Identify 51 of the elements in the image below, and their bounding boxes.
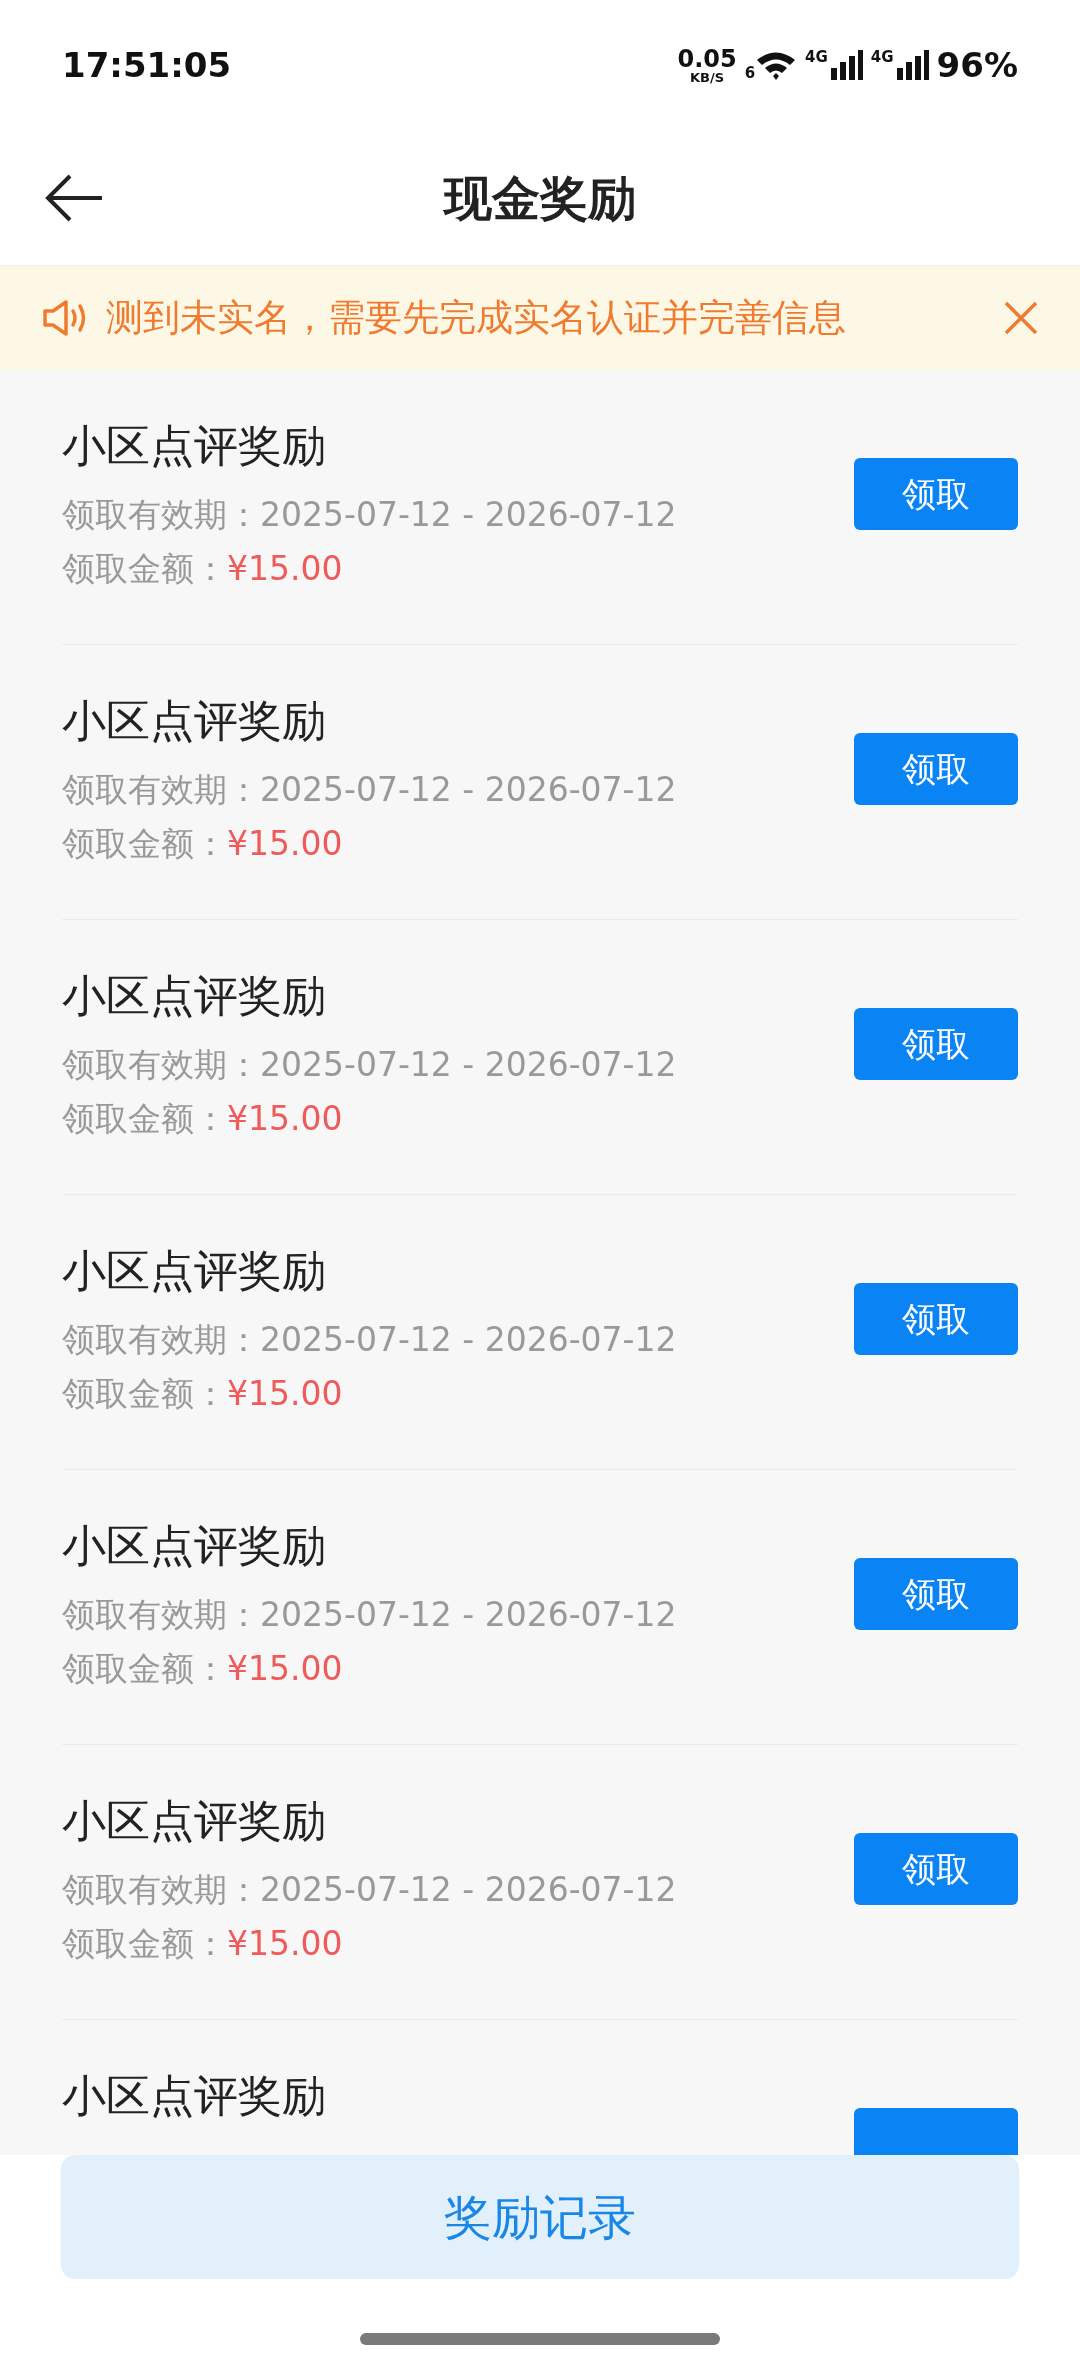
validity-dates: 2025-07-12 - 2026-07-12 [260, 769, 677, 811]
amount-value: ¥15.00 [227, 1373, 343, 1415]
network-type: 4G [805, 50, 828, 65]
network-speed: 0.05 [677, 46, 737, 71]
reward-title: 小区点评奖励 [62, 419, 327, 473]
amount-value: ¥15.00 [227, 1648, 343, 1690]
signal-icon [894, 50, 929, 80]
amount-value: ¥15.00 [227, 1923, 343, 1965]
validity-label: 领取有效期： [62, 1869, 260, 1911]
speed-unit: KB/S [690, 70, 725, 84]
amount-value: ¥15.00 [227, 823, 343, 865]
network-type: 4G [870, 50, 894, 65]
amount-label: 领取金额： [62, 548, 227, 590]
validity-dates: 2025-07-12 - 2026-07-12 [260, 1869, 677, 1911]
battery-level: 96% [936, 43, 1018, 87]
reward-records-button[interactable]: 奖励记录 [61, 2155, 1019, 2279]
amount-value: ¥15.00 [227, 548, 343, 590]
page-title: 现金奖励 [444, 168, 636, 228]
amount-label: 领取金额： [62, 1098, 227, 1140]
reward-title: 小区点评奖励 [62, 1244, 327, 1298]
close-icon[interactable] [1004, 301, 1038, 335]
reward-title: 小区点评奖励 [62, 969, 327, 1023]
validity-dates: 2025-07-12 - 2026-07-12 [260, 1319, 677, 1361]
wifi-label: 6 [744, 66, 756, 81]
validity-label: 领取有效期： [62, 494, 260, 536]
validity-label: 领取有效期： [62, 1044, 260, 1086]
amount-label: 领取金额： [62, 1648, 227, 1690]
validity-dates: 2025-07-12 - 2026-07-12 [260, 1594, 677, 1636]
amount-label: 领取金额： [62, 823, 227, 865]
reward-title: 小区点评奖励 [62, 1794, 327, 1848]
claim-button[interactable]: 领取 [854, 1283, 1018, 1355]
claim-button[interactable]: 领取 [854, 458, 1018, 530]
amount-label: 领取金额： [62, 1923, 227, 1965]
validity-label: 领取有效期： [62, 1594, 260, 1636]
reward-title: 小区点评奖励 [62, 2069, 326, 2123]
validity-dates: 2025-07-12 - 2026-07-12 [260, 1044, 677, 1086]
reward-title: 小区点评奖励 [62, 1519, 327, 1573]
claim-button[interactable]: 领取 [854, 1008, 1018, 1080]
notice-text: 测到未实名，需要先完成实名认证并完善信息 [106, 295, 846, 342]
status-time: 17:51:05 [62, 43, 232, 87]
reward-title: 小区点评奖励 [62, 694, 327, 748]
back-arrow-icon[interactable] [44, 172, 104, 223]
claim-button[interactable]: 领取 [854, 733, 1018, 805]
amount-value: ¥15.00 [227, 1098, 343, 1140]
validity-label: 领取有效期： [62, 769, 260, 811]
amount-label: 领取金额： [62, 1373, 227, 1415]
signal-icon [828, 50, 863, 80]
claim-button[interactable]: 领取 [854, 1558, 1018, 1630]
validity-dates: 2025-07-12 - 2026-07-12 [260, 494, 677, 536]
validity-label: 领取有效期： [62, 1319, 260, 1361]
claim-button[interactable]: 领取 [854, 1833, 1018, 1905]
